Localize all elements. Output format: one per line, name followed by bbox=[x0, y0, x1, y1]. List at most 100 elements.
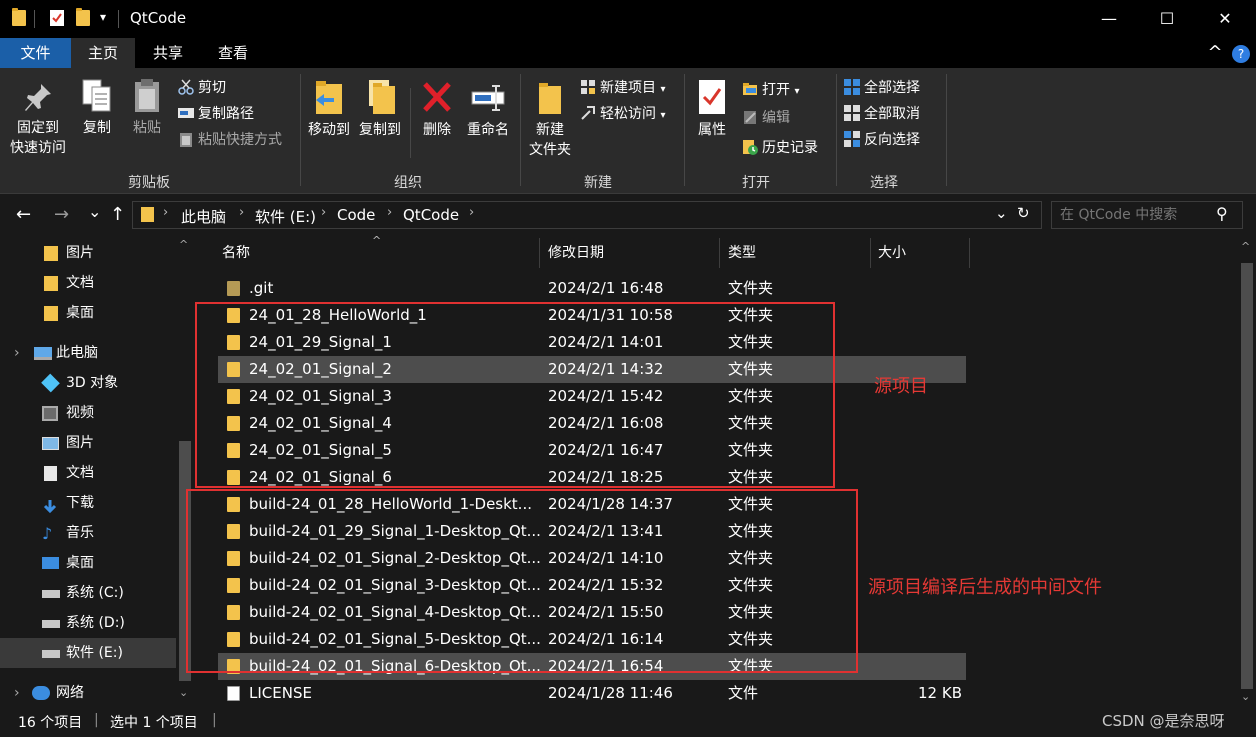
status-separator: | bbox=[212, 712, 217, 728]
move-to-button[interactable]: 移动到 bbox=[306, 78, 352, 140]
breadcrumb-separator[interactable]: › bbox=[321, 205, 326, 220]
open-button[interactable]: 打开 ▾ bbox=[742, 80, 799, 100]
breadcrumb-separator[interactable]: › bbox=[387, 205, 392, 220]
tab-home[interactable]: 主页 bbox=[71, 38, 135, 68]
file-icon bbox=[227, 686, 240, 701]
group-label-clipboard: 剪贴板 bbox=[128, 175, 170, 191]
nav-item-documents[interactable]: 文档 bbox=[0, 458, 176, 488]
nav-item-videos[interactable]: 视频 bbox=[0, 398, 176, 428]
search-input[interactable] bbox=[1060, 205, 1210, 225]
copy-button[interactable]: 复制 bbox=[76, 78, 118, 138]
nav-item-music[interactable]: ♪ 音乐 bbox=[0, 518, 176, 548]
properties-button[interactable]: 属性 bbox=[692, 78, 732, 140]
qa-divider bbox=[34, 10, 35, 28]
paste-button[interactable]: 粘贴 bbox=[126, 78, 168, 138]
column-divider[interactable] bbox=[969, 238, 970, 268]
column-divider[interactable] bbox=[719, 238, 720, 268]
nav-item-desktop-quick[interactable]: 桌面 bbox=[0, 298, 176, 328]
up-button[interactable]: ↑ bbox=[110, 204, 125, 225]
folder-icon bbox=[227, 281, 240, 296]
new-folder-icon[interactable] bbox=[76, 8, 90, 26]
column-header-name[interactable]: 名称 bbox=[222, 236, 250, 270]
scroll-down-icon[interactable]: ⌄ bbox=[179, 686, 188, 699]
breadcrumb-drive-e[interactable]: 软件 (E:) bbox=[255, 206, 316, 227]
nav-item-drive-d[interactable]: 系统 (D:) bbox=[0, 608, 176, 638]
nav-item-network[interactable]: › 网络 bbox=[0, 678, 176, 708]
file-list-scrollbar-thumb[interactable] bbox=[1241, 263, 1253, 689]
address-box[interactable]: › 此电脑 › 软件 (E:) › Code › QtCode › ⌄ ↻ bbox=[132, 201, 1042, 229]
nav-item-downloads[interactable]: 下载 bbox=[0, 488, 176, 518]
delete-button[interactable]: 删除 bbox=[418, 78, 456, 140]
maximize-button[interactable]: ☐ bbox=[1138, 0, 1196, 38]
nav-item-desktop[interactable]: 桌面 bbox=[0, 548, 176, 578]
easy-access-icon bbox=[580, 105, 596, 121]
breadcrumb-separator[interactable]: › bbox=[163, 205, 168, 220]
easy-access-button[interactable]: 轻松访问 ▾ bbox=[580, 104, 665, 124]
new-item-button[interactable]: 新建项目 ▾ bbox=[580, 78, 665, 98]
properties-icon bbox=[699, 80, 725, 114]
scroll-down-icon[interactable]: ⌄ bbox=[1241, 690, 1250, 703]
qa-dropdown-icon[interactable]: ▾ bbox=[100, 10, 106, 24]
select-all-button[interactable]: 全部选择 bbox=[844, 78, 920, 98]
back-button[interactable]: ← bbox=[16, 204, 31, 225]
address-dropdown-icon[interactable]: ⌄ bbox=[995, 204, 1008, 222]
nav-item-3d-objects[interactable]: 3D 对象 bbox=[0, 368, 176, 398]
tab-share[interactable]: 共享 bbox=[140, 38, 196, 68]
breadcrumb-separator[interactable]: › bbox=[469, 205, 474, 220]
nav-item-documents-quick[interactable]: 文档 bbox=[0, 268, 176, 298]
file-list-scrollbar[interactable]: ^ ⌄ bbox=[1238, 236, 1256, 706]
paste-shortcut-button[interactable]: 粘贴快捷方式 bbox=[178, 130, 282, 150]
expand-chevron-icon[interactable]: › bbox=[14, 678, 20, 708]
pin-quick-access-button[interactable]: 固定到 快速访问 bbox=[6, 82, 70, 158]
recent-locations-button[interactable]: ⌄ bbox=[88, 202, 101, 221]
file-list: ^ 名称 修改日期 类型 大小 .git 2024/2/1 16:48 文件夹 … bbox=[186, 234, 1238, 707]
status-selected-count: 选中 1 个项目 bbox=[110, 715, 198, 731]
breadcrumb-qtcode[interactable]: QtCode bbox=[403, 206, 459, 224]
properties-icon[interactable] bbox=[50, 10, 64, 26]
copy-icon bbox=[82, 79, 111, 112]
annotation-label-build: 源项目编译后生成的中间文件 bbox=[868, 577, 1102, 598]
refresh-icon[interactable]: ↻ bbox=[1017, 204, 1030, 222]
cut-button[interactable]: 剪切 bbox=[178, 78, 226, 98]
file-row[interactable]: LICENSE 2024/1/28 11:46 文件 12 KB bbox=[218, 680, 966, 707]
new-folder-button[interactable]: 新建 文件夹 bbox=[526, 78, 574, 160]
scroll-up-icon[interactable]: ^ bbox=[1241, 240, 1250, 253]
nav-item-pictures-quick[interactable]: 图片 bbox=[0, 238, 176, 268]
edit-button[interactable]: 编辑 bbox=[742, 108, 790, 128]
tab-view[interactable]: 查看 bbox=[204, 38, 262, 68]
search-icon[interactable]: ⚲ bbox=[1216, 204, 1228, 223]
nav-item-pictures[interactable]: 图片 bbox=[0, 428, 176, 458]
search-box[interactable]: ⚲ bbox=[1051, 201, 1243, 229]
ribbon-collapse-icon[interactable]: ^ bbox=[1204, 38, 1226, 68]
breadcrumb-this-pc[interactable]: 此电脑 bbox=[181, 206, 226, 227]
select-none-button[interactable]: 全部取消 bbox=[844, 104, 920, 124]
copy-path-icon bbox=[178, 105, 194, 121]
edit-icon bbox=[742, 109, 758, 125]
file-row[interactable]: .git 2024/2/1 16:48 文件夹 bbox=[218, 275, 966, 302]
column-header-size[interactable]: 大小 bbox=[878, 236, 906, 270]
column-header-type[interactable]: 类型 bbox=[728, 236, 756, 270]
column-divider[interactable] bbox=[870, 238, 871, 268]
folder-icon bbox=[44, 306, 58, 321]
nav-item-drive-c[interactable]: 系统 (C:) bbox=[0, 578, 176, 608]
network-icon bbox=[32, 686, 50, 700]
breadcrumb-separator[interactable]: › bbox=[239, 205, 244, 220]
column-divider[interactable] bbox=[539, 238, 540, 268]
history-button[interactable]: 历史记录 bbox=[742, 138, 818, 158]
copy-to-button[interactable]: 复制到 bbox=[356, 78, 404, 140]
tab-file[interactable]: 文件 bbox=[0, 38, 71, 68]
copy-path-button[interactable]: 复制路径 bbox=[178, 104, 254, 124]
close-button[interactable]: ✕ bbox=[1196, 0, 1254, 38]
rename-button[interactable]: 重命名 bbox=[462, 78, 514, 140]
scroll-up-icon[interactable]: ^ bbox=[179, 238, 188, 251]
move-to-icon bbox=[316, 81, 342, 114]
expand-chevron-icon[interactable]: › bbox=[14, 338, 20, 368]
nav-item-this-pc[interactable]: › 此电脑 bbox=[0, 338, 176, 368]
help-icon[interactable]: ? bbox=[1232, 45, 1250, 63]
nav-item-drive-e[interactable]: 软件 (E:) bbox=[0, 638, 176, 668]
breadcrumb-code[interactable]: Code bbox=[337, 206, 375, 224]
forward-button[interactable]: → bbox=[54, 204, 69, 225]
minimize-button[interactable]: — bbox=[1080, 0, 1138, 38]
column-header-date[interactable]: 修改日期 bbox=[548, 236, 604, 270]
invert-selection-button[interactable]: 反向选择 bbox=[844, 130, 920, 150]
